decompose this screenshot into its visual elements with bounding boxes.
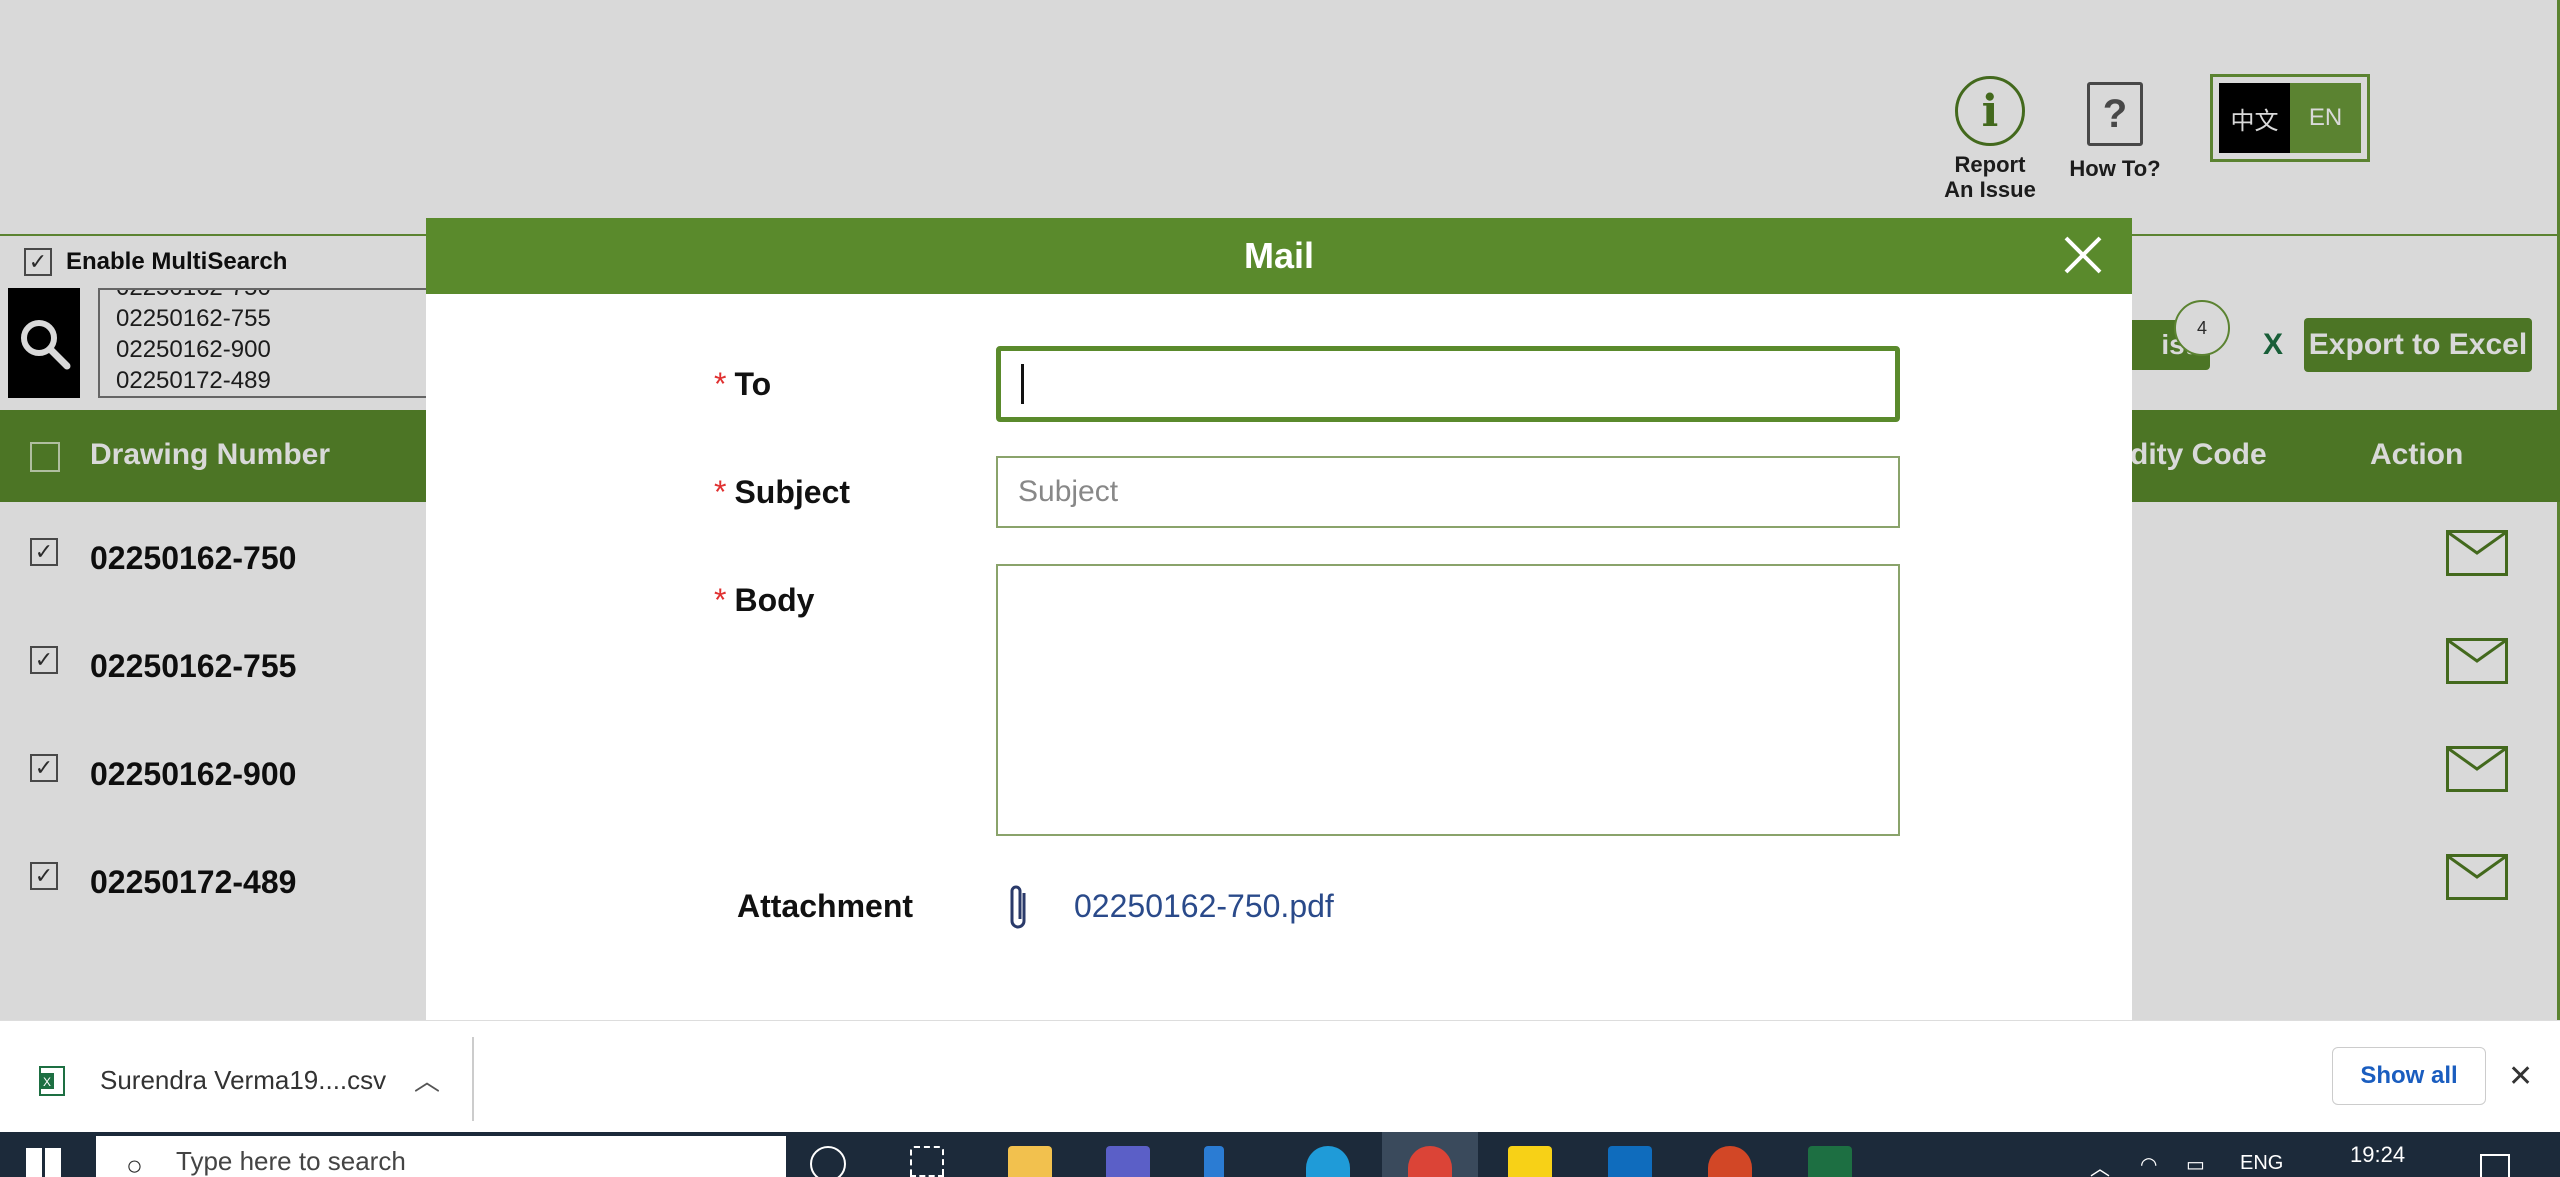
text-caret: [1021, 364, 1024, 404]
taskbar-search[interactable]: ○ Type here to search: [96, 1136, 786, 1177]
attachment-label: Attachment: [737, 888, 914, 924]
paperclip-icon: [1010, 885, 1026, 929]
attachment-link[interactable]: 02250162-750.pdf: [1074, 888, 1334, 925]
divider: [472, 1037, 474, 1121]
csv-file-icon: X: [39, 1066, 65, 1096]
sticky-notes-icon[interactable]: [1508, 1146, 1552, 1177]
task-view-icon[interactable]: [910, 1146, 944, 1177]
file-explorer-icon[interactable]: [1008, 1146, 1052, 1177]
powerpoint-icon[interactable]: [1708, 1146, 1752, 1177]
subject-placeholder: Subject: [1018, 475, 1119, 508]
chevron-up-icon[interactable]: ︿: [414, 1061, 440, 1098]
outlook-icon[interactable]: [1608, 1146, 1652, 1177]
windows-start-icon[interactable]: [26, 1148, 62, 1177]
edge-icon[interactable]: [1306, 1146, 1350, 1177]
taskbar-search-placeholder: Type here to search: [176, 1146, 406, 1176]
show-all-button[interactable]: Show all: [2332, 1047, 2486, 1105]
subject-label: * Subject: [714, 474, 851, 510]
language-indicator[interactable]: ENG: [2240, 1152, 2283, 1175]
windows-taskbar: ○ Type here to search ︿ ◠ ▭ ENG 19:24: [0, 1132, 2560, 1177]
wifi-icon[interactable]: ◠: [2140, 1152, 2157, 1177]
taskbar-clock[interactable]: 19:24: [2350, 1142, 2405, 1168]
to-label: * To: [714, 366, 772, 402]
search-icon: ○: [126, 1150, 143, 1177]
to-field[interactable]: [996, 346, 1900, 422]
subject-field[interactable]: Subject: [996, 456, 1900, 528]
download-file-name[interactable]: Surendra Verma19....csv: [100, 1065, 386, 1096]
excel-taskbar-icon[interactable]: [1808, 1146, 1852, 1177]
battery-icon[interactable]: ▭: [2186, 1152, 2205, 1177]
app-icon[interactable]: [1204, 1146, 1224, 1177]
close-icon[interactable]: ✕: [2508, 1059, 2533, 1094]
cortana-icon[interactable]: [810, 1146, 846, 1177]
close-icon[interactable]: [2058, 230, 2108, 280]
app-window: i Report An Issue ? How To? 中文 EN ✓ Enab…: [0, 0, 2560, 1020]
required-mark: *: [714, 474, 727, 510]
mail-dialog-header: Mail: [426, 218, 2132, 294]
notification-icon[interactable]: [2480, 1154, 2510, 1177]
mail-dialog-title: Mail: [1243, 235, 1314, 276]
teams-icon[interactable]: [1106, 1146, 1150, 1177]
chevron-up-icon[interactable]: ︿: [2090, 1152, 2110, 1177]
body-label: * Body: [714, 582, 815, 618]
mail-dialog: Mail * To * Subject Subject * Body Attachme…: [426, 218, 2132, 1020]
required-mark: *: [714, 582, 727, 618]
required-mark: *: [714, 366, 727, 402]
downloads-bar: X Surendra Verma19....csv ︿ Show all ✕: [0, 1020, 2560, 1132]
body-field[interactable]: [996, 564, 1900, 836]
svg-text:X: X: [43, 1075, 51, 1089]
